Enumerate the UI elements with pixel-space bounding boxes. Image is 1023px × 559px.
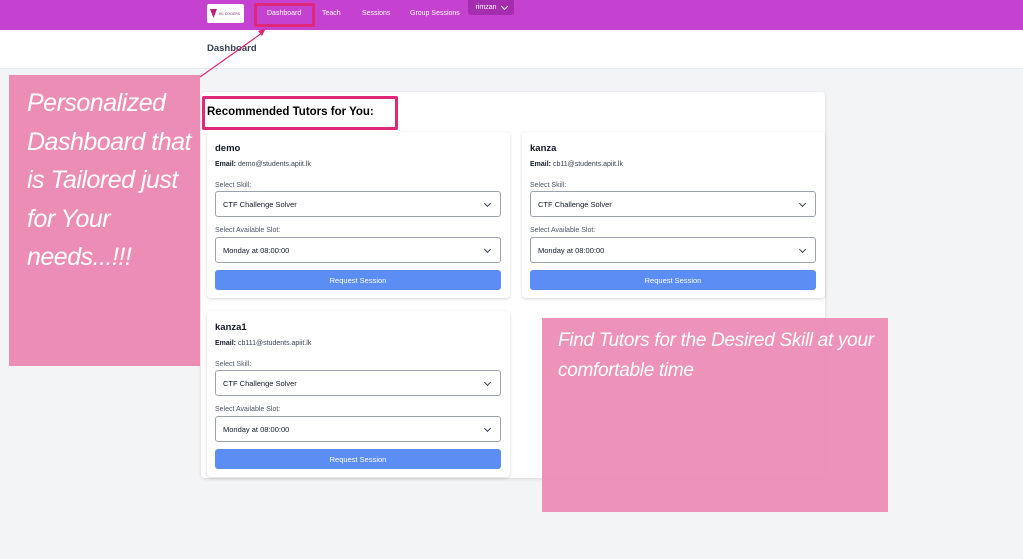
chevron-down-icon [483,378,492,387]
page-title: Dashboard [207,43,257,54]
tutor-email: Email: cb11@students.apiit.lk [530,161,623,168]
nav-group-sessions[interactable]: Group Sessions [410,10,460,17]
email-label: Email: [215,161,237,168]
annotation-text-left: Personalized Dashboard that is Tailored … [27,89,191,271]
skill-value: CTF Challenge Solver [223,378,297,388]
email-value: cb111@students.apiit.lk [237,340,312,347]
request-session-button[interactable]: Request Session [215,449,501,469]
page-header: Dashboard [0,30,1023,69]
skill-select[interactable]: CTF Challenge Solver [530,191,816,217]
tutor-email: Email: demo@students.apiit.lk [215,161,311,168]
skill-label: Select Skill: [530,182,567,189]
annotation-text-right: Find Tutors for the Desired Skill at you… [558,330,874,381]
slot-select[interactable]: Monday at 08:00:00 [215,416,501,442]
nav-sessions[interactable]: Sessions [362,10,390,17]
highlight-dashboard-nav [254,3,315,27]
tutor-email: Email: cb111@students.apiit.lk [215,340,311,347]
nav-teach[interactable]: Teach [322,10,341,17]
slot-value: Monday at 08:00:00 [223,424,290,434]
tutor-card: kanza1 Email: cb111@students.apiit.lk Se… [207,311,510,477]
tutor-name: kanza1 [215,322,247,333]
app-logo[interactable]: IKI CODERS [207,4,244,23]
email-value: cb11@students.apiit.lk [552,161,623,168]
request-session-button[interactable]: Request Session [530,270,816,290]
tutor-name: kanza [530,143,557,154]
email-label: Email: [215,340,237,347]
skill-select[interactable]: CTF Challenge Solver [215,191,501,217]
chevron-down-icon [483,245,492,254]
slot-label: Select Available Slot: [215,406,281,413]
skill-value: CTF Challenge Solver [538,199,612,209]
tutor-card: kanza Email: cb11@students.apiit.lk Sele… [522,132,825,298]
skill-label: Select Skill: [215,182,252,189]
user-name: rimzan [475,4,497,11]
chevron-down-icon [798,245,807,254]
slot-select[interactable]: Monday at 08:00:00 [530,237,816,263]
skill-label: Select Skill: [215,361,252,368]
chevron-down-icon [798,199,807,208]
request-session-button[interactable]: Request Session [215,270,501,290]
slot-value: Monday at 08:00:00 [223,245,290,255]
skill-value: CTF Challenge Solver [223,199,297,209]
user-menu[interactable]: rimzan [468,0,514,15]
tutor-card: demo Email: demo@students.apiit.lk Selec… [207,132,510,298]
chevron-down-icon [483,424,492,433]
slot-label: Select Available Slot: [215,227,281,234]
skill-select[interactable]: CTF Challenge Solver [215,370,501,396]
highlight-section-heading [202,96,398,130]
top-navbar: IKI CODERS Dashboard Teach Sessions Grou… [0,0,1023,30]
logo-text: IKI CODERS [219,11,241,16]
slot-label: Select Available Slot: [530,227,596,234]
logo-mark-icon [210,9,217,18]
chevron-down-icon [483,199,492,208]
slot-select[interactable]: Monday at 08:00:00 [215,237,501,263]
email-value: demo@students.apiit.lk [237,161,311,168]
email-label: Email: [530,161,552,168]
tutor-name: demo [215,143,241,154]
chevron-down-icon [500,2,508,10]
slot-value: Monday at 08:00:00 [538,245,605,255]
